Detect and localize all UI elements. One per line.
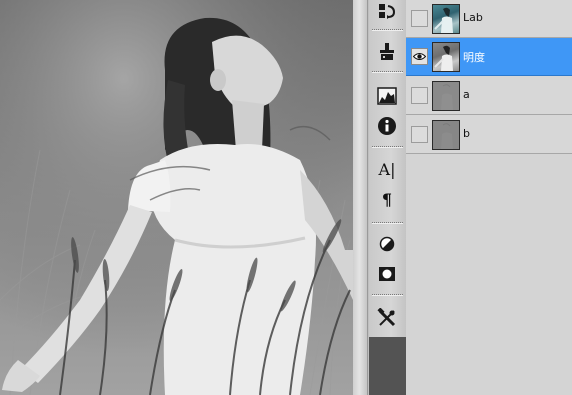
canvas-photo <box>0 0 353 395</box>
channel-thumbnail <box>432 81 460 111</box>
channel-thumbnail <box>432 4 460 34</box>
paragraph-icon[interactable]: ¶ <box>374 188 400 212</box>
visibility-toggle[interactable] <box>411 87 428 104</box>
visibility-toggle[interactable] <box>411 10 428 27</box>
info-icon[interactable] <box>374 114 400 138</box>
channel-row-a[interactable]: a <box>406 77 572 115</box>
histogram-icon[interactable] <box>374 84 400 108</box>
brush-presets-icon[interactable] <box>374 40 400 64</box>
history-icon[interactable] <box>374 0 400 24</box>
tool-presets-icon[interactable] <box>374 306 400 330</box>
channel-thumbnail <box>432 120 460 150</box>
channel-thumbnail <box>432 42 460 72</box>
channel-row-lightness[interactable]: 明度 <box>406 38 572 76</box>
channel-name: 明度 <box>463 51 485 64</box>
channels-list-empty-area <box>406 154 572 395</box>
character-icon[interactable]: A| <box>374 158 400 182</box>
channel-row-lab[interactable]: Lab <box>406 0 572 38</box>
panel-dock-strip: A| ¶ <box>369 0 407 395</box>
visibility-toggle[interactable] <box>411 126 428 143</box>
adjustments-icon[interactable] <box>374 232 400 256</box>
document-canvas[interactable] <box>0 0 353 395</box>
visibility-toggle[interactable] <box>411 48 428 65</box>
channel-name: a <box>463 88 470 101</box>
channels-panel: Lab 明度 a b <box>406 0 572 395</box>
masks-icon[interactable] <box>374 262 400 286</box>
panel-icons-column: A| ¶ <box>369 0 407 337</box>
channel-name: Lab <box>463 11 483 24</box>
eye-icon <box>413 53 426 60</box>
canvas-border <box>353 0 369 395</box>
channel-row-b[interactable]: b <box>406 116 572 154</box>
channel-name: b <box>463 127 470 140</box>
